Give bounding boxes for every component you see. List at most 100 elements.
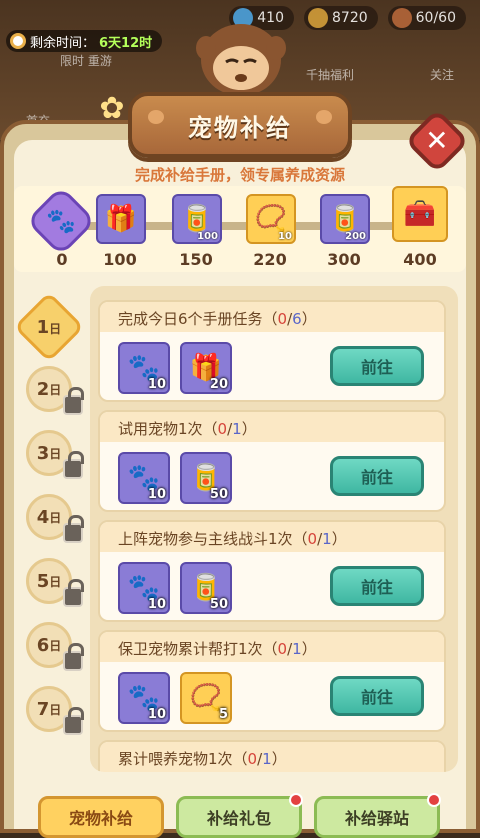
reward-count: 10 [147, 707, 166, 722]
coin-counter: 8720 [304, 6, 378, 30]
bg-event-label: 限时 重游 [60, 54, 112, 68]
bg-follow-button[interactable]: 关注 [430, 66, 454, 83]
go-button[interactable]: 前往 [330, 456, 424, 496]
treasure-chest-icon: 🧰 [403, 199, 437, 229]
dialog-subtitle: 完成补给手册，领专属养成资源 [134, 166, 345, 184]
milestone-label: 400 [403, 250, 437, 269]
lock-icon [63, 707, 84, 735]
reward-count: 10 [147, 377, 166, 392]
day-tab-2[interactable]: 2日 [26, 366, 84, 415]
day-number: 7 [36, 698, 50, 720]
coin-value: 8720 [332, 10, 368, 26]
chest-icon: 🎁 [104, 204, 138, 234]
tab-pet-supply[interactable]: 宠物补给 [38, 796, 164, 838]
day-unit: 日 [49, 510, 62, 525]
tab-supply-pack[interactable]: 补给礼包 [176, 793, 303, 838]
reward-count: 20 [209, 377, 228, 392]
milestone-count: 10 [278, 231, 292, 242]
close-icon: ✕ [425, 124, 449, 157]
reward-item[interactable]: 📿 5 [180, 672, 232, 724]
notification-dot-icon [289, 793, 303, 807]
stamina-counter: 60/60 [387, 6, 466, 30]
tab-label: 宠物补给 [68, 809, 133, 828]
go-button[interactable]: 前往 [330, 566, 424, 606]
milestone-reward-1[interactable]: 🎁 [96, 194, 146, 244]
dialog-title: 宠物补给 [188, 113, 292, 142]
reward-count: 10 [147, 487, 166, 502]
tab-supply-station[interactable]: 补给驿站 [314, 793, 441, 838]
reward-item[interactable]: 🐾 10 [118, 342, 170, 394]
task-card: 累计喂养宠物1次（0/1） [98, 740, 446, 772]
paw-decor-icon [316, 110, 332, 124]
reward-item[interactable]: 🐾 10 [118, 562, 170, 614]
task-card: 试用宠物1次（0/1） 🐾 10 🥫 50 前往 [98, 410, 446, 512]
bottom-tab-bar: 宠物补给 补给礼包 补给驿站 [0, 790, 480, 838]
day-number: 1 [36, 316, 50, 338]
bg-event-button[interactable]: 限时 重游 [60, 52, 112, 69]
task-list[interactable]: 完成今日6个手册任务（0/6） 🐾 10 🎁 20 前往 试用宠物1次（0/1） 🐾… [90, 286, 458, 772]
lock-icon [63, 579, 84, 607]
reward-item[interactable]: 🥫 50 [180, 452, 232, 504]
milestone-label: 220 [253, 250, 287, 269]
milestone-label: 150 [179, 250, 213, 269]
day-tab-7[interactable]: 7日 [26, 686, 84, 735]
day-tab-5[interactable]: 5日 [26, 558, 84, 607]
tab-label: 补给礼包 [206, 809, 271, 828]
milestone-reward-2[interactable]: 🥫 100 [172, 194, 222, 244]
day-tab-6[interactable]: 6日 [26, 622, 84, 671]
reward-item[interactable]: 🐾 10 [118, 672, 170, 724]
lock-icon [63, 643, 84, 671]
day-number: 6 [36, 634, 50, 656]
stamina-value: 60/60 [415, 10, 456, 26]
milestone-count: 100 [197, 231, 218, 242]
paw-decor-icon [148, 110, 164, 124]
milestone-label: 100 [103, 250, 137, 269]
go-button[interactable]: 前往 [330, 346, 424, 386]
notification-dot-icon [427, 793, 441, 807]
lock-icon [63, 451, 84, 479]
dialog-title-plate: 宠物补给 [128, 92, 352, 158]
milestone-reward-3[interactable]: 📿 10 [246, 194, 296, 244]
task-card: 保卫宠物累计帮打1次（0/1） 🐾 10 📿 5 前往 [98, 630, 446, 732]
reward-item[interactable]: 🎁 20 [180, 342, 232, 394]
bg-draw-label: 千抽福利 [306, 68, 355, 82]
reward-item[interactable]: 🐾 10 [118, 452, 170, 504]
reward-count: 50 [209, 487, 228, 502]
task-title: 上阵宠物参与主线战斗1次（0/1） [100, 522, 444, 552]
day-unit: 日 [49, 638, 62, 653]
day-number: 5 [36, 570, 50, 592]
day-number: 2 [36, 378, 50, 400]
drumstick-icon [391, 8, 412, 28]
task-title: 累计喂养宠物1次（0/1） [100, 742, 444, 772]
milestone-label: 300 [327, 250, 361, 269]
milestone-reward-4[interactable]: 🥫 200 [320, 194, 370, 244]
bg-draw-button[interactable]: 千抽福利 [306, 66, 354, 83]
day-unit: 日 [49, 321, 62, 336]
flower-icon: ✿ [99, 91, 125, 126]
reward-item[interactable]: 🥫 50 [180, 562, 232, 614]
bg-follow-label: 关注 [430, 68, 455, 82]
day-unit: 日 [49, 702, 62, 717]
timer-value: 6天12时 [99, 35, 153, 51]
coin-icon [308, 8, 328, 28]
milestone-count: 200 [345, 231, 366, 242]
clock-icon [10, 33, 26, 49]
lock-icon [63, 515, 84, 543]
reward-count: 50 [209, 597, 228, 612]
task-title: 保卫宠物累计帮打1次（0/1） [100, 632, 444, 662]
task-title: 完成今日6个手册任务（0/6） [100, 302, 444, 332]
tab-label: 补给驿站 [344, 809, 409, 828]
day-unit: 日 [49, 574, 62, 589]
day-number: 3 [36, 442, 50, 464]
milestone-label: 0 [56, 250, 68, 269]
task-title: 试用宠物1次（0/1） [100, 412, 444, 442]
reward-count: 10 [147, 597, 166, 612]
day-number: 4 [36, 506, 50, 528]
task-card: 完成今日6个手册任务（0/6） 🐾 10 🎁 20 前往 [98, 300, 446, 402]
day-unit: 日 [49, 446, 62, 461]
milestone-reward-5[interactable]: 🧰 [392, 186, 448, 242]
task-card: 上阵宠物参与主线战斗1次（0/1） 🐾 10 🥫 50 前往 [98, 520, 446, 622]
day-tab-4[interactable]: 4日 [26, 494, 84, 543]
go-button[interactable]: 前往 [330, 676, 424, 716]
day-tab-3[interactable]: 3日 [26, 430, 84, 479]
